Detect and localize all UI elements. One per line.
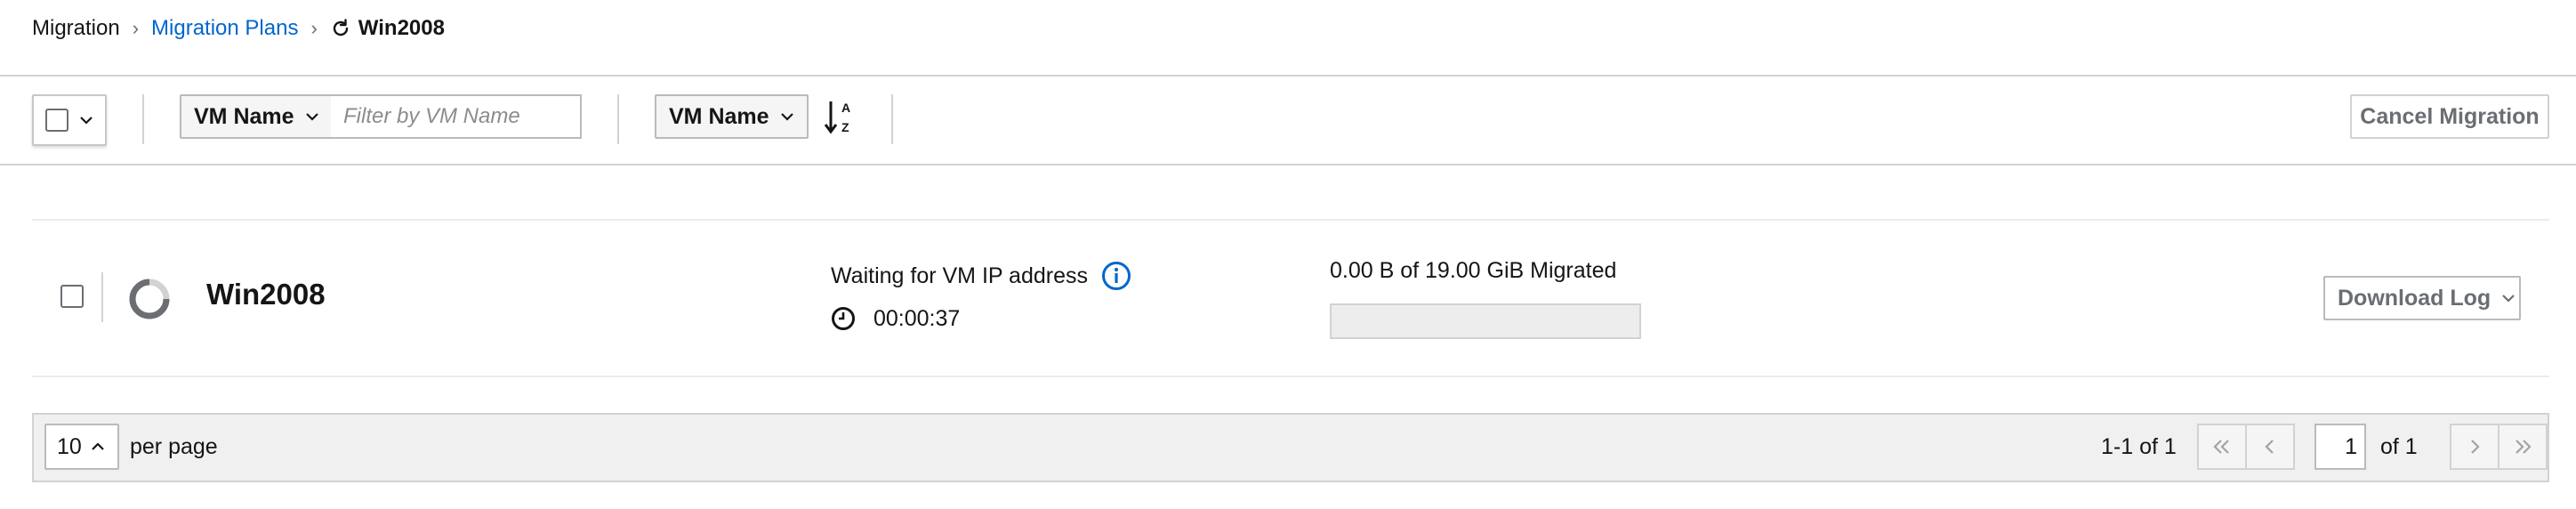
breadcrumb-separator-icon: › <box>132 17 140 39</box>
plan-title: Win2008 <box>358 16 445 40</box>
per-page-value: 10 <box>57 433 82 459</box>
refresh-icon[interactable] <box>330 18 351 39</box>
header-divider <box>0 75 2576 77</box>
cancel-migration-button[interactable]: Cancel Migration <box>2350 94 2549 139</box>
filter-attribute-select[interactable]: VM Name <box>180 94 334 139</box>
per-page-label: per page <box>130 434 218 459</box>
svg-text:Z: Z <box>841 120 849 134</box>
migrated-amount: 0.00 B of 19.00 GiB Migrated <box>1330 258 1617 283</box>
clock-icon <box>832 307 855 330</box>
toolbar-divider <box>617 94 619 144</box>
chevron-right-icon <box>2471 440 2480 454</box>
double-chevron-left-icon <box>2213 440 2229 454</box>
table-header-divider <box>32 219 2549 221</box>
table-row-divider <box>32 376 2549 377</box>
toolbar-divider <box>891 94 893 144</box>
chevron-up-icon <box>92 442 104 450</box>
total-pages: of 1 <box>2380 434 2418 459</box>
spinner-icon <box>129 279 170 319</box>
chevron-left-icon <box>2265 440 2274 454</box>
breadcrumb-current: Win2008 <box>330 16 445 41</box>
bulk-select-checkbox[interactable] <box>45 109 68 132</box>
breadcrumb-migration-plans-link[interactable]: Migration Plans <box>151 16 298 41</box>
sort-attribute-label: VM Name <box>669 103 769 129</box>
last-page-button[interactable] <box>2498 424 2548 470</box>
toolbar-divider <box>142 94 144 144</box>
per-page-select[interactable]: 10 <box>44 424 119 470</box>
info-icon[interactable] <box>1101 261 1131 291</box>
pagination-range: 1-1 of 1 <box>2101 434 2177 459</box>
sort-attribute-select[interactable]: VM Name <box>655 94 809 139</box>
vm-name: Win2008 <box>206 278 326 311</box>
vm-status-text: Waiting for VM IP address <box>831 263 1089 288</box>
elapsed-time: 00:00:37 <box>873 306 961 331</box>
previous-page-button[interactable] <box>2245 424 2295 470</box>
breadcrumb: Migration › Migration Plans › Win2008 <box>32 12 445 44</box>
breadcrumb-separator-icon: › <box>310 17 318 39</box>
download-log-dropdown[interactable]: Download Log <box>2323 276 2521 320</box>
sort-alpha-down-icon[interactable]: A Z <box>824 98 859 137</box>
chevron-down-icon <box>2502 295 2515 303</box>
breadcrumb-migration[interactable]: Migration <box>32 16 120 41</box>
migration-progress-bar <box>1330 303 1641 339</box>
filter-attribute-label: VM Name <box>194 103 294 129</box>
chevron-down-icon <box>305 113 318 121</box>
toolbar-divider-line <box>0 164 2576 166</box>
next-page-button[interactable] <box>2450 424 2500 470</box>
chevron-down-icon <box>80 117 93 125</box>
row-select-checkbox[interactable] <box>60 285 84 308</box>
download-log-label: Download Log <box>2338 285 2491 311</box>
first-page-button[interactable] <box>2197 424 2247 470</box>
double-chevron-right-icon <box>2516 440 2532 454</box>
chevron-down-icon <box>780 113 793 121</box>
bulk-select-dropdown[interactable] <box>32 94 107 146</box>
row-divider <box>101 272 103 322</box>
filter-input[interactable] <box>331 94 582 139</box>
svg-text:A: A <box>841 101 850 115</box>
pagination-bar: 10 per page 1-1 of 1 of 1 <box>32 413 2549 482</box>
current-page-input[interactable] <box>2314 424 2366 470</box>
